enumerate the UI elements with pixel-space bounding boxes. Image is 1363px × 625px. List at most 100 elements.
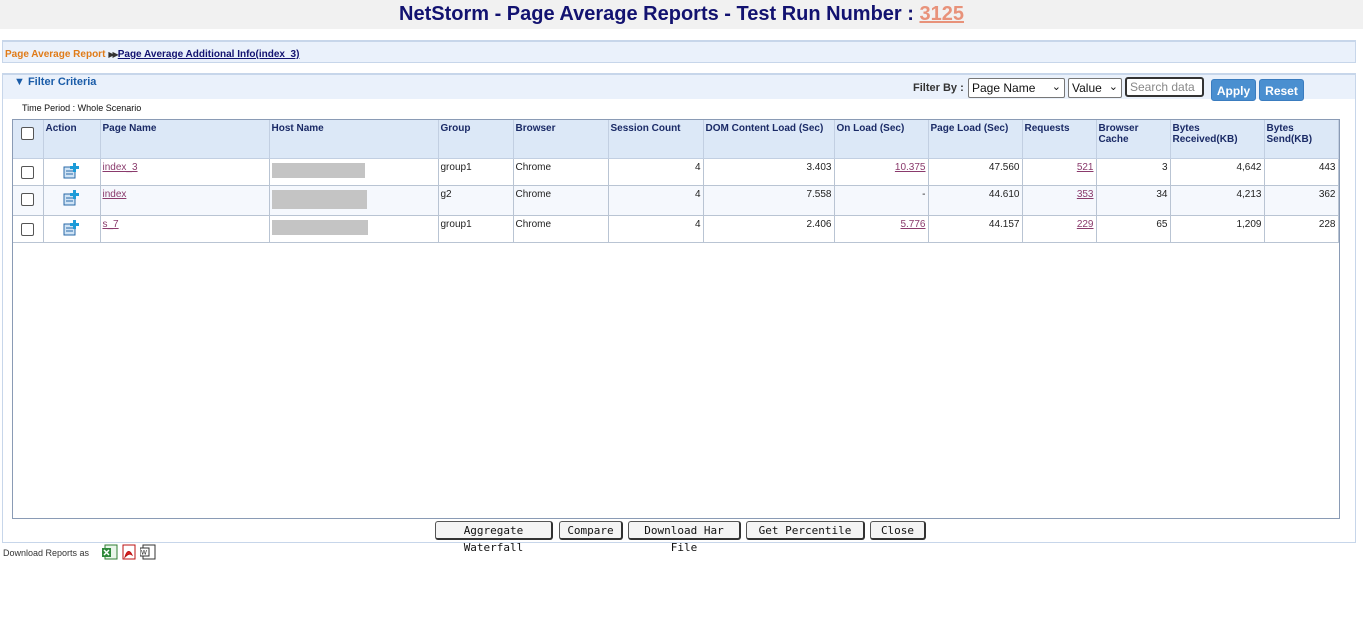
select-all-checkbox[interactable] — [21, 127, 35, 140]
column-header[interactable]: Session Count — [608, 120, 704, 159]
filter-criteria-label: Filter Criteria — [27, 76, 97, 88]
session-count-cell: 4 — [608, 158, 704, 186]
group-cell: group1 — [438, 215, 514, 243]
column-header[interactable]: Page Load (Sec) — [928, 120, 1023, 159]
row-checkbox[interactable] — [21, 192, 35, 206]
filter-field-value: Page Name — [972, 81, 1036, 95]
filter-criteria-toggle[interactable]: ▼ Filter Criteria — [14, 76, 96, 88]
browser-cache-cell: 34 — [1096, 185, 1171, 216]
add-details-icon[interactable] — [63, 219, 81, 236]
column-header[interactable]: Browser Cache — [1096, 120, 1171, 159]
breadcrumb-arrow-icon: ▶▶ — [108, 50, 118, 59]
requests-cell: 353 — [1022, 185, 1097, 216]
page-load-cell: 47.560 — [928, 158, 1023, 186]
chevron-down-icon: ⌄ — [1051, 81, 1061, 93]
test-run-number-link[interactable]: 3125 — [919, 3, 964, 25]
group-cell: g2 — [438, 185, 514, 216]
requests-link[interactable]: 229 — [1077, 219, 1094, 230]
redacted-host-name — [271, 189, 367, 209]
table-header-row: Action Page Name Host Name Group Browser… — [13, 120, 1339, 159]
select-all-cell — [13, 120, 44, 159]
browser-cell: Chrome — [513, 158, 609, 186]
add-details-icon[interactable] — [63, 189, 81, 206]
excel-icon[interactable] — [102, 544, 118, 560]
download-reports-label: Download Reports as — [3, 548, 90, 558]
close-button[interactable]: Close — [870, 521, 926, 540]
group-cell: group1 — [438, 158, 514, 186]
chevron-down-icon: ⌄ — [1108, 81, 1118, 93]
column-header[interactable]: DOM Content Load (Sec) — [703, 120, 835, 159]
browser-cell: Chrome — [513, 215, 609, 243]
column-header[interactable]: Host Name — [269, 120, 439, 159]
reset-button[interactable]: Reset — [1259, 79, 1304, 101]
collapse-triangle-icon: ▼ — [14, 76, 25, 88]
filter-by-label: Filter By : — [913, 82, 964, 94]
column-header[interactable]: Browser — [513, 120, 609, 159]
dom-load-cell: 2.406 — [703, 215, 835, 243]
search-input[interactable]: Search data — [1125, 77, 1204, 97]
page-title-text: NetStorm - Page Average Reports - Test R… — [399, 3, 914, 25]
breadcrumb-link[interactable]: Page Average Additional Info(index_3) — [118, 49, 300, 60]
page-name-link[interactable]: index_3 — [103, 162, 138, 173]
report-panel: ▼ Filter Criteria Filter By : Page Name … — [2, 73, 1356, 543]
column-header[interactable]: On Load (Sec) — [834, 120, 929, 159]
breadcrumb: Page Average Report ▶▶Page Average Additi… — [2, 40, 1356, 63]
bytes-received-cell: 4,213 — [1170, 185, 1265, 216]
on-load-cell: - — [834, 185, 929, 216]
browser-cache-cell: 65 — [1096, 215, 1171, 243]
filter-value-text: Value — [1072, 81, 1102, 95]
row-select-cell — [13, 158, 44, 186]
download-har-button[interactable]: Download Har File — [628, 521, 741, 554]
host-name-cell — [269, 185, 439, 216]
row-checkbox[interactable] — [21, 222, 35, 236]
page-name-cell: index_3 — [100, 158, 270, 186]
requests-link[interactable]: 353 — [1077, 189, 1094, 200]
bytes-received-cell: 1,209 — [1170, 215, 1265, 243]
column-header[interactable]: Requests — [1022, 120, 1097, 159]
action-cell — [43, 158, 101, 186]
page-name-cell: s_7 — [100, 215, 270, 243]
on-load-cell: 5.776 — [834, 215, 929, 243]
requests-link[interactable]: 521 — [1077, 162, 1094, 173]
add-details-icon[interactable] — [63, 162, 81, 179]
apply-button[interactable]: Apply — [1211, 79, 1256, 101]
word-icon[interactable]: W — [140, 544, 156, 560]
column-header[interactable]: Page Name — [100, 120, 270, 159]
column-header[interactable]: Bytes Send(KB) — [1264, 120, 1339, 159]
dom-load-cell: 7.558 — [703, 185, 835, 216]
redacted-host-name — [271, 219, 368, 235]
requests-cell: 229 — [1022, 215, 1097, 243]
breadcrumb-current: Page Average Report — [5, 49, 106, 60]
page-load-cell: 44.157 — [928, 215, 1023, 243]
column-header[interactable]: Group — [438, 120, 514, 159]
action-cell — [43, 215, 101, 243]
time-period-label: Time Period : Whole Scenario — [22, 103, 142, 113]
row-select-cell — [13, 185, 44, 216]
compare-button[interactable]: Compare — [559, 521, 623, 540]
row-select-cell — [13, 215, 44, 243]
filter-bar: ▼ Filter Criteria Filter By : Page Name … — [3, 75, 1355, 101]
table-row: index_3 group1 Chrome 4 3.403 10.375 47.… — [13, 158, 1339, 186]
page-title: NetStorm - Page Average Reports - Test R… — [0, 0, 1363, 29]
bytes-send-cell: 228 — [1264, 215, 1339, 243]
on-load-link[interactable]: 10.375 — [895, 162, 926, 173]
browser-cache-cell: 3 — [1096, 158, 1171, 186]
on-load-cell: 10.375 — [834, 158, 929, 186]
on-load-link[interactable]: 5.776 — [900, 219, 925, 230]
page-name-link[interactable]: index — [103, 189, 127, 200]
pdf-icon[interactable] — [121, 544, 137, 560]
aggregate-waterfall-button[interactable]: Aggregate Waterfall — [435, 521, 553, 554]
column-header[interactable]: Bytes Received(KB) — [1170, 120, 1265, 159]
host-name-cell — [269, 215, 439, 243]
host-name-cell — [269, 158, 439, 186]
get-percentile-button[interactable]: Get Percentile — [746, 521, 865, 540]
table-row: s_7 group1 Chrome 4 2.406 5.776 44.157 2… — [13, 215, 1339, 243]
report-table: Action Page Name Host Name Group Browser… — [13, 120, 1339, 243]
page-name-link[interactable]: s_7 — [103, 219, 119, 230]
dom-load-cell: 3.403 — [703, 158, 835, 186]
filter-field-select[interactable]: Page Name ⌄ — [968, 78, 1065, 98]
report-table-container: Action Page Name Host Name Group Browser… — [12, 119, 1340, 519]
session-count-cell: 4 — [608, 185, 704, 216]
row-checkbox[interactable] — [21, 165, 35, 179]
filter-value-select[interactable]: Value ⌄ — [1068, 78, 1122, 98]
